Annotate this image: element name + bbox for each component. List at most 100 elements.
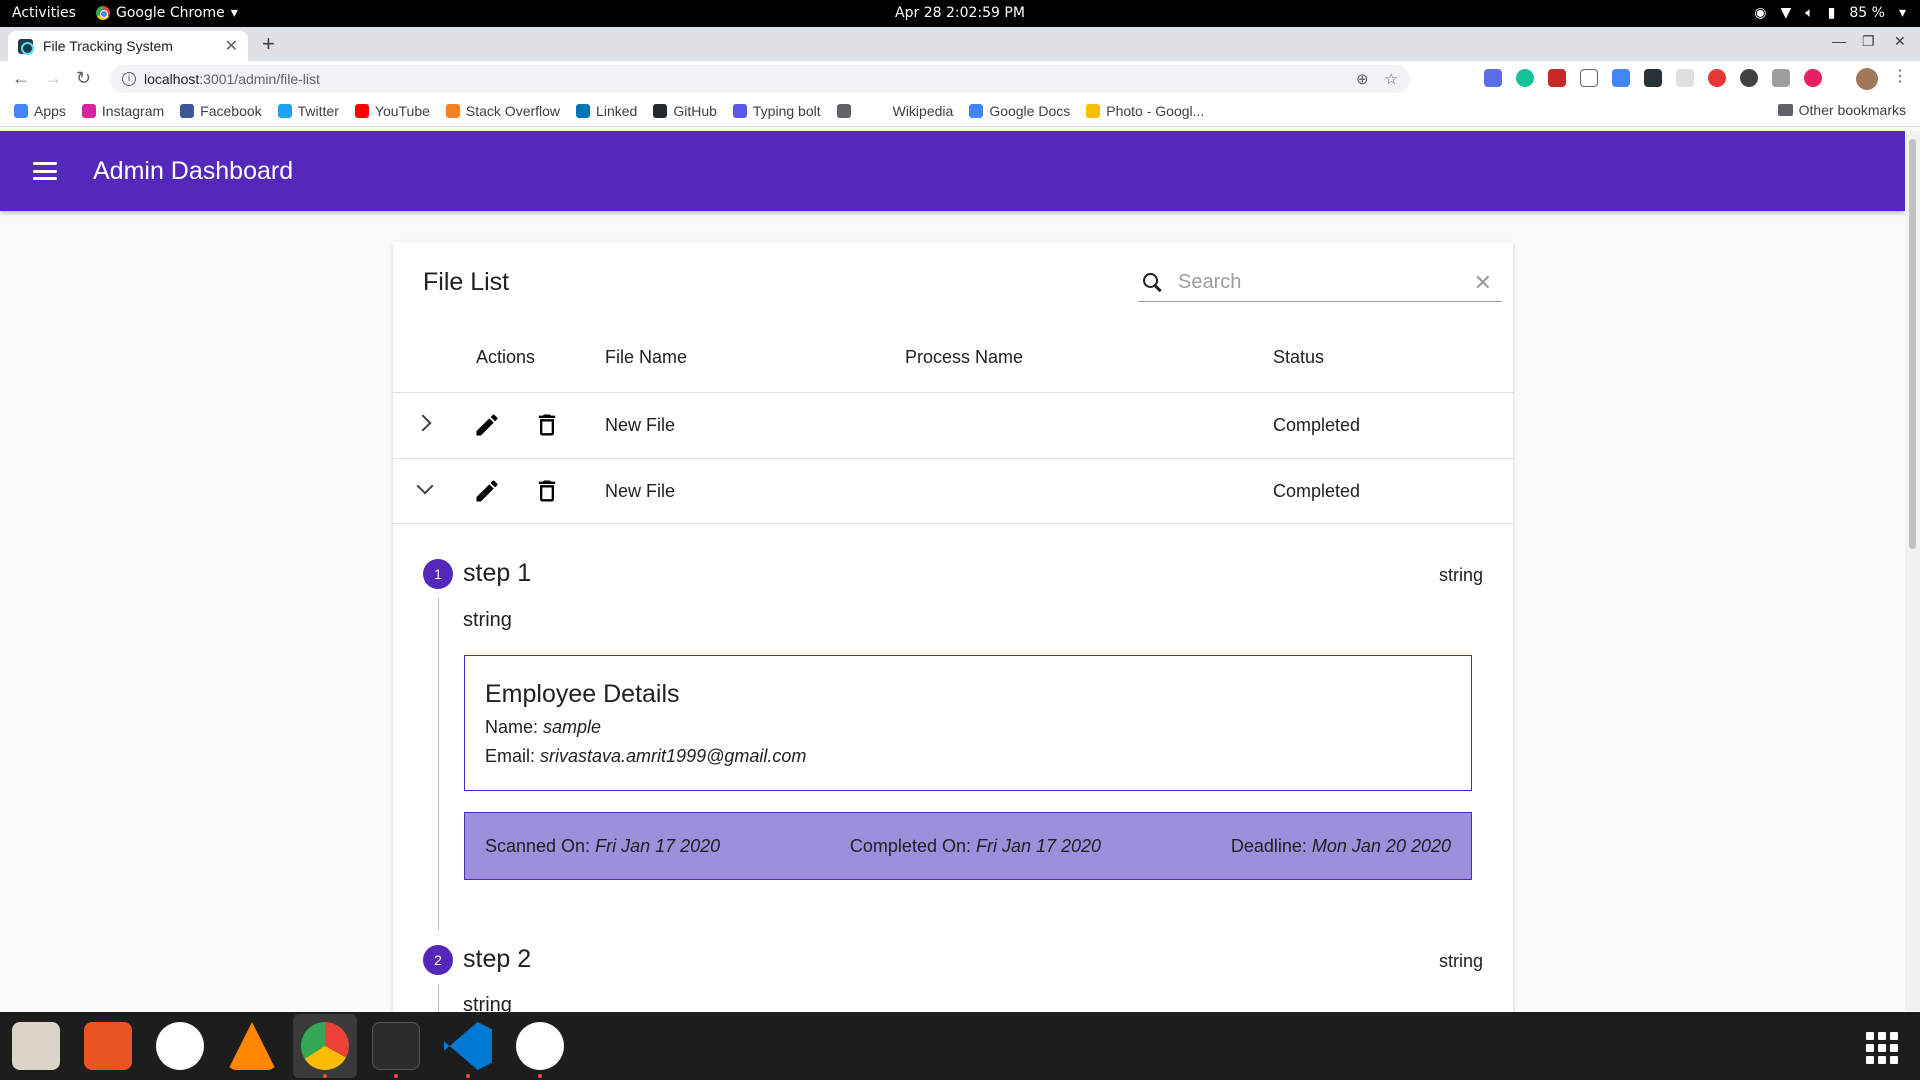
clock[interactable]: Apr 28 2:02:59 PM — [0, 5, 1920, 21]
page-scrollbar[interactable] — [1905, 131, 1920, 1011]
column-header-file-name[interactable]: File Name — [605, 347, 687, 368]
bookmark-item[interactable]: Instagram — [81, 103, 164, 119]
show-applications-icon[interactable] — [1866, 1032, 1898, 1064]
tab-strip: File Tracking System ✕ + — ❐ ✕ — [0, 27, 1920, 61]
slack-icon[interactable] — [156, 1022, 204, 1070]
bookmark-label: Twitter — [297, 102, 339, 119]
software-center-icon[interactable] — [84, 1022, 132, 1070]
camera-icon[interactable] — [1772, 69, 1790, 87]
system-tray[interactable]: ◉ ▼ 🔈︎ ▮ 85 % ▾ — [1754, 5, 1906, 21]
extension-icon[interactable] — [1708, 69, 1726, 87]
extension-icon[interactable] — [1740, 69, 1758, 87]
bookmark-item[interactable] — [836, 103, 857, 118]
other-bookmarks[interactable]: Other bookmarks — [1777, 102, 1906, 118]
address-bar[interactable]: i localhost:3001/admin/file-list ⊕ ☆ — [110, 65, 1410, 93]
bookmark-item[interactable]: Google Docs — [969, 103, 1070, 119]
profile-avatar[interactable] — [1856, 68, 1878, 90]
back-icon[interactable]: ← — [12, 68, 30, 89]
bookmark-item[interactable]: Facebook — [180, 103, 262, 119]
extension-icon[interactable] — [1580, 69, 1598, 87]
bookmark-item[interactable]: Stack Overflow — [445, 103, 560, 119]
restore-icon[interactable]: ❐ — [1862, 33, 1875, 50]
status-cell: Completed — [1273, 415, 1361, 435]
extension-icon[interactable] — [1804, 69, 1822, 87]
more-options-icon[interactable]: ⋮ — [1892, 66, 1908, 86]
extension-icon[interactable] — [1612, 69, 1630, 87]
column-header-status[interactable]: Status — [1273, 347, 1324, 368]
chrome-icon[interactable] — [301, 1022, 349, 1070]
chevron-right-icon[interactable] — [413, 411, 437, 435]
edit-icon[interactable] — [473, 477, 501, 505]
clear-icon[interactable]: ✕ — [1474, 270, 1492, 296]
bookmark-icon — [969, 103, 984, 118]
vlc-icon[interactable] — [228, 1022, 276, 1070]
extensions-area — [1484, 69, 1822, 87]
employee-email-line: Email: srivastava.amrit1999@gmail.com — [485, 746, 1451, 767]
bookmark-icon — [836, 103, 851, 118]
status-cell: Completed — [1273, 481, 1361, 501]
running-indicator — [394, 1074, 398, 1078]
bookmark-item[interactable]: Photo - Googl... — [1086, 103, 1204, 119]
edit-icon[interactable] — [473, 411, 501, 439]
step-title: step 2 — [463, 945, 532, 973]
table-row: New File Completed — [393, 458, 1513, 524]
files-app-icon[interactable] — [12, 1022, 60, 1070]
card-title: File List — [423, 268, 510, 296]
info-icon[interactable]: i — [122, 72, 136, 86]
delete-icon[interactable] — [533, 411, 561, 439]
step-connector-line — [438, 984, 439, 1012]
url-host: localhost — [144, 71, 200, 87]
react-favicon-icon — [18, 38, 34, 55]
bookmark-item[interactable]: Wikipedia — [872, 102, 954, 119]
bookmark-star-icon[interactable]: ☆ — [1385, 70, 1398, 88]
completed-on: Completed On: Fri Jan 17 2020 — [850, 836, 1101, 857]
vscode-icon[interactable] — [444, 1022, 492, 1070]
delete-icon[interactable] — [533, 477, 561, 505]
search-input[interactable] — [1178, 271, 1448, 294]
extension-icon[interactable] — [1644, 69, 1662, 87]
reload-icon[interactable]: ↻ — [76, 68, 91, 89]
bookmark-icon — [1086, 103, 1101, 118]
close-window-icon[interactable]: ✕ — [1894, 33, 1906, 50]
bookmark-item[interactable]: Apps — [14, 103, 66, 119]
close-tab-icon[interactable]: ✕ — [225, 36, 238, 56]
hamburger-menu-icon[interactable] — [33, 162, 57, 180]
search-box: ✕ — [1138, 264, 1502, 302]
chevron-down-icon[interactable] — [413, 477, 437, 501]
table-row: New File Completed — [393, 392, 1513, 458]
bookmark-label: Wikipedia — [892, 102, 954, 119]
bookmark-label: Photo - Googl... — [1106, 102, 1205, 119]
new-tab-button[interactable]: + — [262, 31, 275, 57]
scanned-date: Fri Jan 17 2020 — [595, 835, 721, 856]
bookmark-label: Linked — [596, 102, 638, 119]
grammarly-icon[interactable] — [1516, 69, 1534, 87]
bookmark-item[interactable]: GitHub — [653, 103, 717, 119]
mongodb-compass-icon[interactable] — [516, 1022, 564, 1070]
bookmark-icon — [653, 103, 668, 118]
bookmark-item[interactable]: YouTube — [354, 102, 430, 119]
scanned-on: Scanned On: Fri Jan 17 2020 — [485, 836, 720, 857]
column-header-actions: Actions — [476, 347, 536, 367]
bookmark-label: Typing bolt — [752, 102, 821, 119]
search-icon — [1142, 272, 1164, 294]
bookmark-item[interactable]: Linked — [576, 103, 637, 119]
extension-icon[interactable] — [1676, 69, 1694, 87]
step-description: string — [463, 994, 512, 1012]
forward-icon[interactable]: → — [44, 68, 62, 89]
bookmark-item[interactable]: Typing bolt — [732, 102, 821, 119]
bookmark-item[interactable]: Twitter — [277, 102, 339, 119]
wifi-icon: ▼ — [1780, 5, 1792, 21]
browser-tab[interactable]: File Tracking System ✕ — [8, 31, 248, 61]
extension-icon[interactable] — [1548, 69, 1566, 87]
bookmark-label: YouTube — [374, 102, 430, 119]
terminal-icon[interactable] — [372, 1022, 420, 1070]
minimize-icon[interactable]: — — [1832, 33, 1846, 49]
scrollbar-thumb[interactable] — [1909, 139, 1916, 549]
column-header-process-name[interactable]: Process Name — [905, 347, 1023, 368]
zoom-icon[interactable]: ⊕ — [1356, 70, 1369, 88]
app-bar: Admin Dashboard — [0, 131, 1905, 211]
extension-icon[interactable] — [1484, 69, 1502, 87]
app-title: Admin Dashboard — [93, 156, 294, 185]
bookmarks-bar: Apps Instagram Facebook Twitter YouTube Stack… — [0, 95, 1920, 127]
running-indicator — [538, 1074, 542, 1078]
